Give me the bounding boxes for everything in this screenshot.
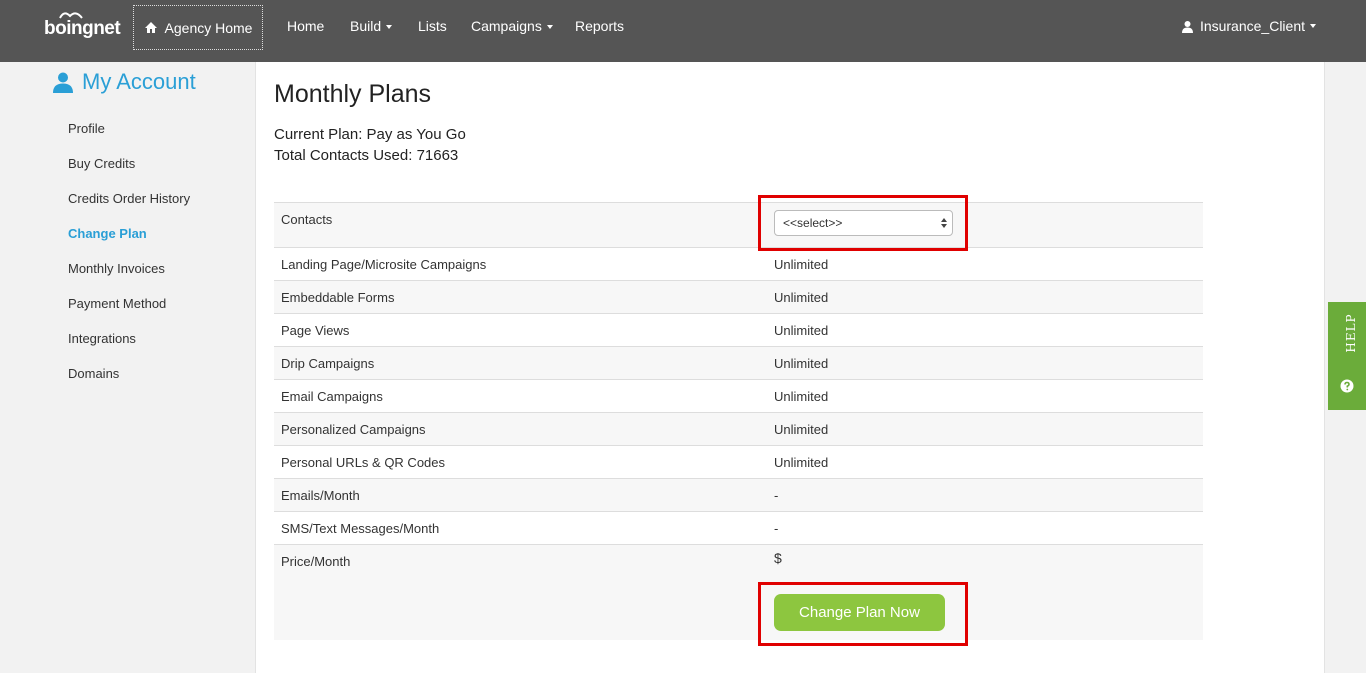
row-label: Email Campaigns: [281, 389, 383, 404]
nav-home[interactable]: Home: [287, 18, 324, 34]
total-contacts-used-text: Total Contacts Used: 71663: [274, 147, 459, 164]
row-label: Landing Page/Microsite Campaigns: [281, 257, 487, 272]
nav-home-label: Home: [287, 18, 325, 34]
home-icon: [144, 21, 158, 34]
row-label: Contacts: [281, 212, 333, 227]
row-value: Unlimited: [774, 389, 829, 404]
nav-campaigns[interactable]: Campaigns: [471, 18, 553, 34]
sidebar-item-buy-credits[interactable]: Buy Credits: [68, 156, 135, 171]
sidebar-item-domains[interactable]: Domains: [68, 366, 119, 381]
sidebar-item-integrations[interactable]: Integrations: [68, 331, 136, 346]
page-title: Monthly Plans: [274, 80, 432, 108]
current-plan-text: Current Plan: Pay as You Go: [274, 126, 466, 143]
nav-build[interactable]: Build: [350, 18, 393, 34]
main-content: Monthly Plans Current Plan: Pay as You G…: [255, 62, 1325, 673]
row-label: SMS/Text Messages/Month: [281, 521, 440, 536]
chevron-down-icon: [1310, 24, 1316, 28]
row-value: Unlimited: [774, 422, 829, 437]
table-row-price: Price/Month $ Change Plan Now: [274, 545, 1203, 640]
account-sidebar: My Account Profile Buy Credits Credits O…: [0, 62, 255, 673]
user-name: Insurance_Client: [1199, 18, 1305, 34]
change-plan-now-button[interactable]: Change Plan Now: [774, 594, 945, 631]
row-value: Unlimited: [774, 323, 829, 338]
table-row: Emails/Month -: [274, 479, 1203, 512]
table-row: Email Campaigns Unlimited: [274, 380, 1203, 413]
help-icon: [1340, 379, 1354, 393]
table-row: Drip Campaigns Unlimited: [274, 347, 1203, 380]
nav-lists-label: Lists: [418, 18, 447, 34]
nav-build-label: Build: [350, 18, 382, 34]
row-value: Unlimited: [774, 257, 829, 272]
my-account-title: My Account: [82, 69, 196, 94]
chevron-down-icon: [546, 25, 553, 30]
user-icon: [52, 71, 74, 93]
nav-lists[interactable]: Lists: [418, 18, 447, 34]
row-value: -: [774, 488, 779, 503]
table-row-contacts: Contacts <<select>>: [274, 203, 1203, 248]
sidebar-item-payment-method[interactable]: Payment Method: [68, 296, 166, 311]
row-value: Unlimited: [774, 455, 829, 470]
sidebar-item-change-plan[interactable]: Change Plan: [68, 226, 147, 241]
table-row: Landing Page/Microsite Campaigns Unlimit…: [274, 248, 1203, 281]
table-row: Personalized Campaigns Unlimited: [274, 413, 1203, 446]
row-value: Unlimited: [774, 290, 829, 305]
logo-text: boingnet: [44, 18, 121, 39]
nav-campaigns-label: Campaigns: [471, 18, 542, 34]
sidebar-item-profile[interactable]: Profile: [68, 121, 105, 136]
sidebar-item-credits-order-history[interactable]: Credits Order History: [68, 191, 190, 206]
top-navbar: boingnet Agency Home Home Build Lists Ca…: [0, 0, 1366, 62]
sidebar-item-monthly-invoices[interactable]: Monthly Invoices: [68, 261, 165, 276]
table-row: SMS/Text Messages/Month -: [274, 512, 1203, 545]
table-row: Embeddable Forms Unlimited: [274, 281, 1203, 314]
row-label: Personalized Campaigns: [281, 422, 426, 437]
plan-features-table: Contacts <<select>> Landing Page/Microsi…: [274, 202, 1203, 640]
row-value: -: [774, 521, 779, 536]
user-menu[interactable]: Insurance_Client: [1181, 18, 1316, 34]
nav-reports[interactable]: Reports: [575, 18, 624, 34]
user-icon: [1181, 20, 1194, 33]
row-label: Page Views: [281, 323, 350, 338]
agency-home-label: Agency Home: [164, 19, 253, 36]
row-label: Price/Month: [281, 554, 351, 569]
table-row: Page Views Unlimited: [274, 314, 1203, 347]
help-tab[interactable]: HELP: [1328, 302, 1366, 410]
row-label: Emails/Month: [281, 488, 360, 503]
select-arrows-icon: [941, 218, 947, 228]
price-value: $: [774, 550, 782, 566]
agency-home-button[interactable]: Agency Home: [133, 5, 263, 50]
row-value: Unlimited: [774, 356, 829, 371]
row-label: Personal URLs & QR Codes: [281, 455, 446, 470]
help-label: HELP: [1344, 313, 1358, 353]
row-label: Drip Campaigns: [281, 356, 375, 371]
my-account-heading: My Account: [52, 69, 196, 95]
nav-reports-label: Reports: [575, 18, 625, 34]
contacts-select-value: <<select>>: [783, 216, 843, 230]
row-label: Embeddable Forms: [281, 290, 395, 305]
chevron-down-icon: [386, 25, 393, 30]
table-row: Personal URLs & QR Codes Unlimited: [274, 446, 1203, 479]
contacts-select[interactable]: <<select>>: [774, 210, 953, 236]
